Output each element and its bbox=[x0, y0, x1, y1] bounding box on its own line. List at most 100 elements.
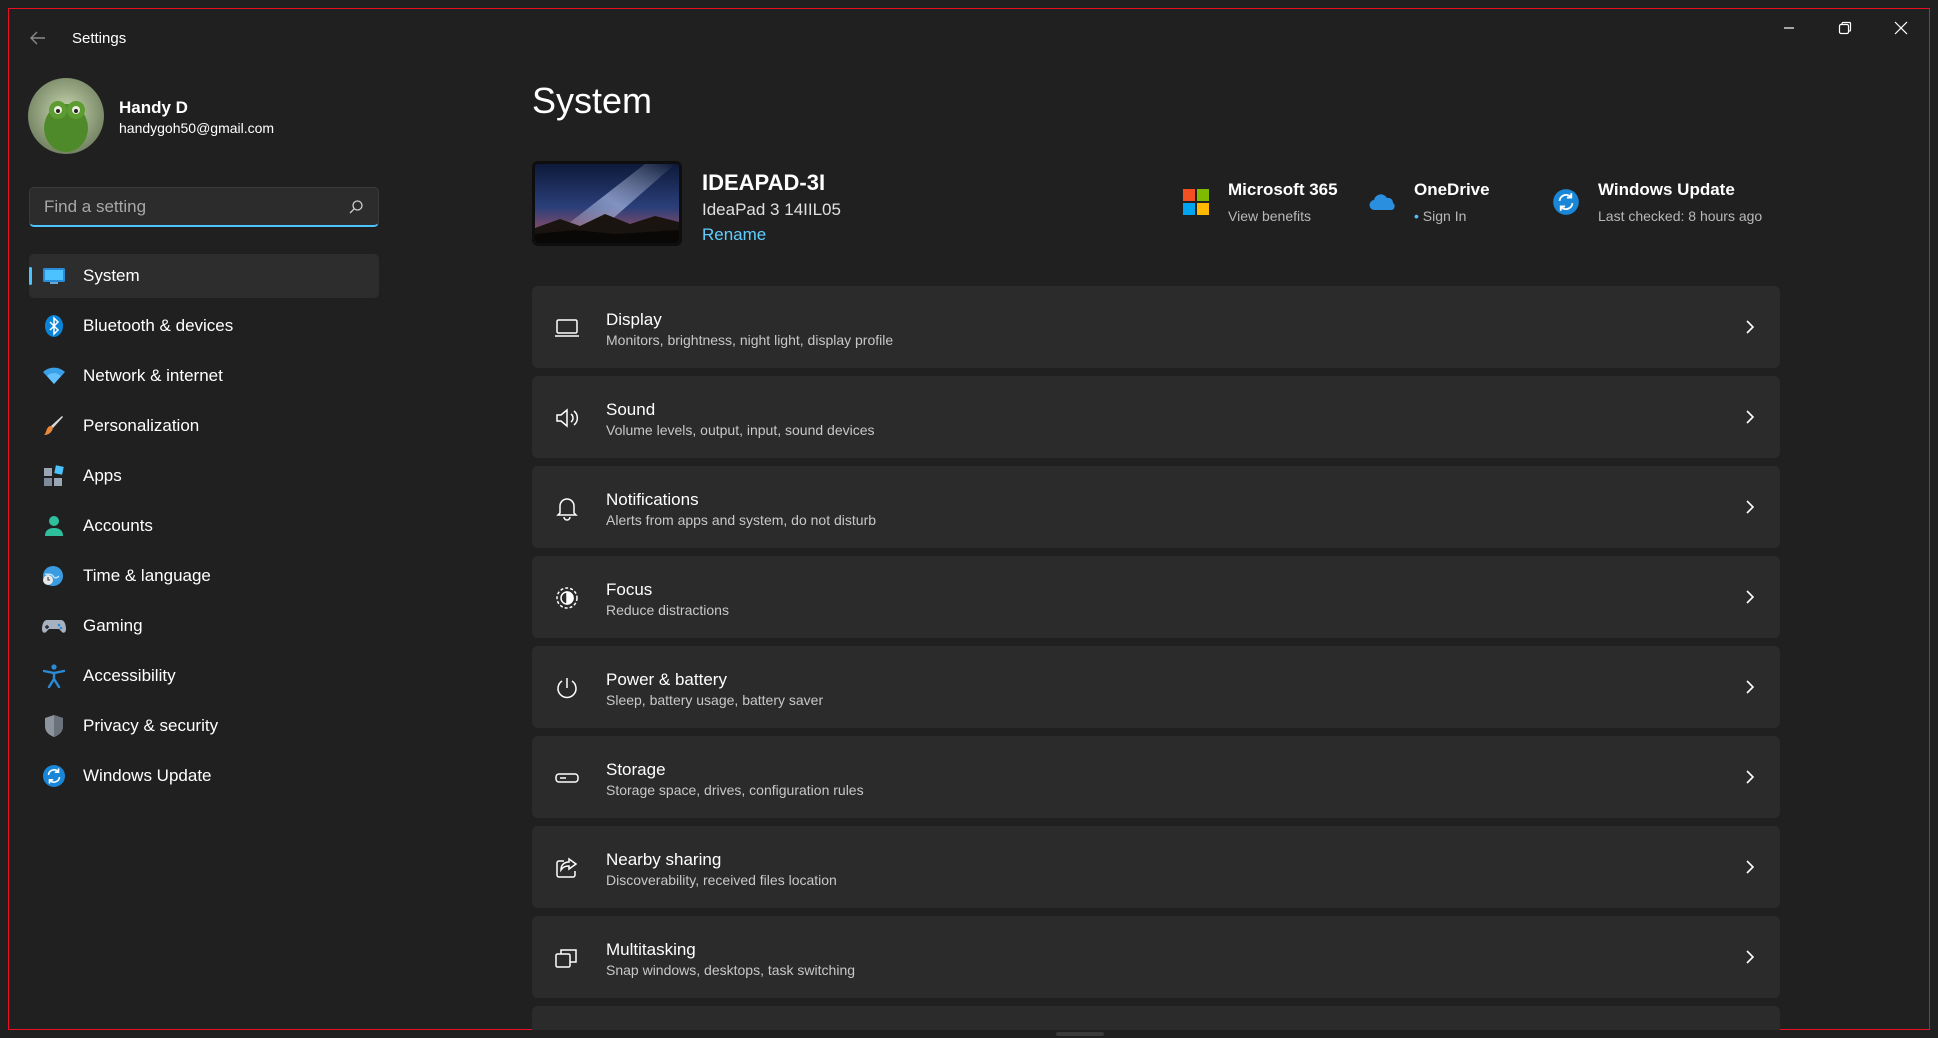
settings-card-display[interactable]: Display Monitors, brightness, night ligh… bbox=[532, 286, 1780, 368]
card-subtitle: Snap windows, desktops, task switching bbox=[606, 962, 856, 978]
chevron-right-icon bbox=[1742, 498, 1758, 516]
search-icon[interactable] bbox=[348, 199, 364, 215]
sidebar-item-windows-update[interactable]: Windows Update bbox=[29, 754, 379, 798]
sidebar-item-label: Bluetooth & devices bbox=[83, 316, 234, 335]
card-title: Multitasking bbox=[606, 940, 696, 959]
search-input[interactable] bbox=[42, 188, 346, 226]
settings-card-notifications[interactable]: Notifications Alerts from apps and syste… bbox=[532, 466, 1780, 548]
rename-link[interactable]: Rename bbox=[702, 225, 766, 245]
card-title: Nearby sharing bbox=[606, 850, 722, 869]
apps-icon bbox=[42, 465, 66, 487]
device-model: IdeaPad 3 14IIL05 bbox=[702, 200, 841, 219]
onedrive-sign-in[interactable]: Sign In bbox=[1423, 208, 1467, 224]
sidebar-item-bluetooth[interactable]: Bluetooth & devices bbox=[29, 304, 379, 348]
sidebar-item-label: Personalization bbox=[83, 416, 200, 435]
settings-card-multitasking[interactable]: Multitasking Snap windows, desktops, tas… bbox=[532, 916, 1780, 998]
settings-list: Display Monitors, brightness, night ligh… bbox=[532, 286, 1780, 1038]
storage-icon bbox=[554, 765, 580, 791]
sidebar-item-label: Time & language bbox=[83, 566, 211, 585]
card-subtitle: Volume levels, output, input, sound devi… bbox=[606, 422, 875, 438]
sidebar-item-time-language[interactable]: Time & language bbox=[29, 554, 379, 598]
sidebar-nav: System Bluetooth & devices Network & int… bbox=[29, 254, 379, 804]
card-subtitle: Reduce distractions bbox=[606, 602, 729, 618]
sidebar-item-accessibility[interactable]: Accessibility bbox=[29, 654, 379, 698]
share-icon bbox=[554, 855, 580, 881]
settings-card-nearby-sharing[interactable]: Nearby sharing Discoverability, received… bbox=[532, 826, 1780, 908]
sidebar-item-label: Network & internet bbox=[83, 366, 223, 385]
sidebar-item-apps[interactable]: Apps bbox=[29, 454, 379, 498]
quick-link-subtitle: • Sign In bbox=[1414, 208, 1466, 224]
card-title: Notifications bbox=[606, 490, 699, 509]
sidebar-item-label: Accessibility bbox=[83, 666, 176, 685]
sidebar-item-accounts[interactable]: Accounts bbox=[29, 504, 379, 548]
chevron-right-icon bbox=[1742, 588, 1758, 606]
wifi-icon bbox=[42, 365, 66, 387]
close-button[interactable] bbox=[1878, 14, 1924, 42]
chevron-right-icon bbox=[1742, 318, 1758, 336]
globe-clock-icon bbox=[42, 565, 66, 587]
display-icon bbox=[554, 315, 580, 341]
settings-card-power-battery[interactable]: Power & battery Sleep, battery usage, ba… bbox=[532, 646, 1780, 728]
power-icon bbox=[554, 675, 580, 701]
restore-button[interactable] bbox=[1822, 14, 1868, 42]
back-arrow-icon[interactable] bbox=[28, 28, 50, 50]
card-title: Focus bbox=[606, 580, 653, 599]
device-name: IDEAPAD-3I bbox=[702, 170, 826, 195]
windows-update-icon bbox=[1552, 188, 1580, 216]
settings-card-focus[interactable]: Focus Reduce distractions bbox=[532, 556, 1780, 638]
settings-card-partial[interactable] bbox=[532, 1006, 1780, 1030]
app-title: Settings bbox=[72, 30, 127, 47]
card-subtitle: Discoverability, received files location bbox=[606, 872, 837, 888]
avatar[interactable] bbox=[28, 78, 104, 154]
minimize-button[interactable] bbox=[1766, 14, 1812, 42]
shield-icon bbox=[42, 715, 66, 737]
multitasking-icon bbox=[554, 945, 580, 971]
bluetooth-icon bbox=[42, 315, 66, 337]
page-title: System bbox=[532, 80, 653, 121]
sidebar-item-privacy-security[interactable]: Privacy & security bbox=[29, 704, 379, 748]
sidebar-item-personalization[interactable]: Personalization bbox=[29, 404, 379, 448]
sidebar-item-label: Apps bbox=[83, 466, 122, 485]
speaker-icon bbox=[554, 405, 580, 431]
minimize-icon bbox=[1784, 27, 1794, 29]
sidebar-item-label: Windows Update bbox=[83, 766, 212, 785]
accounts-icon bbox=[42, 515, 66, 537]
quick-link-title: Microsoft 365 bbox=[1228, 180, 1338, 199]
restore-icon bbox=[1838, 21, 1852, 35]
quick-link-subtitle: View benefits bbox=[1228, 208, 1312, 224]
user-email: handygoh50@gmail.com bbox=[119, 120, 275, 136]
settings-card-storage[interactable]: Storage Storage space, drives, configura… bbox=[532, 736, 1780, 818]
chevron-right-icon bbox=[1742, 948, 1758, 966]
quick-link-subtitle: Last checked: 8 hours ago bbox=[1598, 208, 1763, 224]
microsoft-365-icon bbox=[1182, 188, 1210, 216]
update-icon bbox=[42, 765, 66, 787]
focus-icon bbox=[554, 585, 580, 611]
sidebar-item-label: Accounts bbox=[83, 516, 153, 535]
sidebar-item-label: Privacy & security bbox=[83, 716, 219, 735]
bell-icon bbox=[554, 495, 580, 521]
chevron-right-icon bbox=[1742, 768, 1758, 786]
card-subtitle: Storage space, drives, configuration rul… bbox=[606, 782, 864, 798]
quick-link-title: OneDrive bbox=[1414, 180, 1490, 199]
chevron-right-icon bbox=[1742, 408, 1758, 426]
chevron-right-icon bbox=[1742, 678, 1758, 696]
card-title: Sound bbox=[606, 400, 656, 419]
chevron-right-icon bbox=[1742, 858, 1758, 876]
sidebar-item-label: Gaming bbox=[83, 616, 143, 635]
close-icon bbox=[1894, 21, 1908, 35]
card-title: Display bbox=[606, 310, 662, 329]
sidebar-item-gaming[interactable]: Gaming bbox=[29, 604, 379, 648]
scroll-handle[interactable] bbox=[1056, 1032, 1104, 1036]
sidebar-item-network[interactable]: Network & internet bbox=[29, 354, 379, 398]
sidebar-item-label: System bbox=[83, 266, 140, 285]
sidebar-item-system[interactable]: System bbox=[29, 254, 379, 298]
search-box[interactable] bbox=[29, 187, 379, 227]
device-wallpaper-thumbnail bbox=[532, 161, 682, 246]
onedrive-cloud-icon bbox=[1368, 188, 1396, 216]
brush-icon bbox=[42, 415, 66, 437]
gamepad-icon bbox=[42, 615, 66, 637]
card-title: Power & battery bbox=[606, 670, 727, 689]
settings-card-sound[interactable]: Sound Volume levels, output, input, soun… bbox=[532, 376, 1780, 458]
user-name: Handy D bbox=[119, 98, 188, 117]
card-subtitle: Alerts from apps and system, do not dist… bbox=[606, 512, 877, 528]
